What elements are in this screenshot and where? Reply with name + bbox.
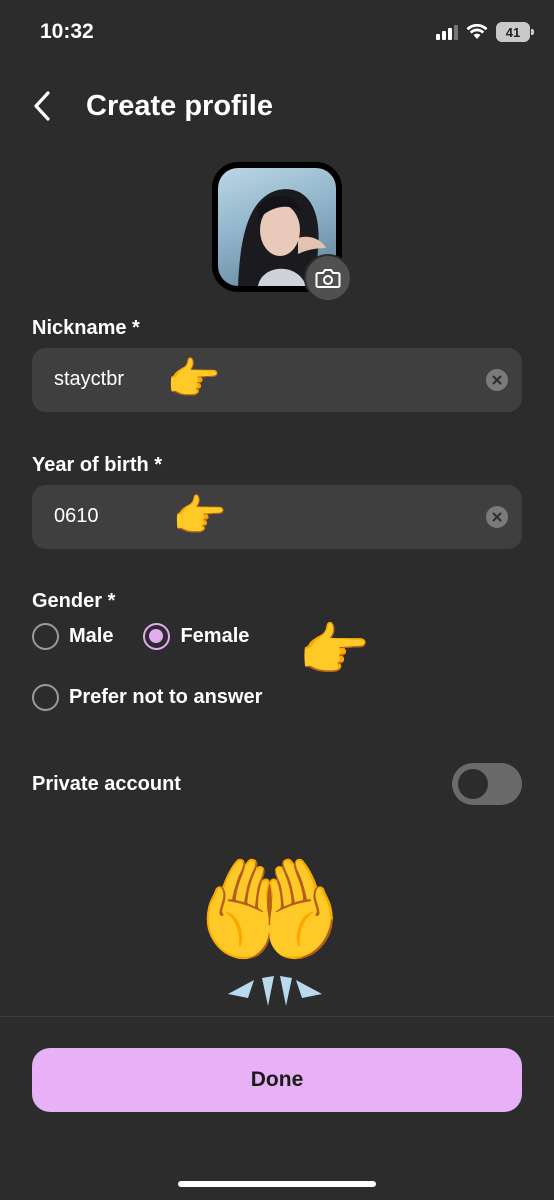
gender-option-prefer-not[interactable]: Prefer not to answer [32,684,262,711]
palms-up-emoji: 🤲 [196,845,343,977]
gender-label: Gender * [32,590,116,612]
radio-male[interactable] [32,623,59,650]
gender-option-female[interactable]: Female [143,623,249,650]
private-account-label: Private account [32,773,181,795]
status-icons: 41 [436,22,534,42]
gender-option-label: Female [180,625,250,647]
signal-icon [436,24,458,40]
footer-divider [0,1016,554,1017]
nickname-label: Nickname * [32,317,140,339]
status-bar: 10:32 41 [0,0,554,66]
nickname-input[interactable]: stayctbr [32,348,522,412]
gender-options-row: Male Female [32,623,279,650]
pointing-right-emoji: 👉 [166,355,221,404]
header: Create profile [0,84,554,130]
gender-option-label: Male [69,625,114,647]
gender-option-male[interactable]: Male [32,623,113,650]
nickname-clear-button[interactable] [486,369,508,391]
clear-icon [492,512,502,522]
radio-female[interactable] [143,623,171,650]
chevron-left-icon [34,91,50,121]
private-account-toggle[interactable] [452,763,522,805]
birth-year-clear-button[interactable] [486,506,508,528]
home-indicator [178,1181,376,1187]
done-button[interactable]: Done [32,1048,522,1112]
nickname-value: stayctbr [54,368,125,390]
pointing-right-emoji: 👉 [172,492,227,541]
pointing-right-emoji: 👉 [298,618,371,683]
change-photo-button[interactable] [304,254,352,302]
birth-year-input[interactable]: 0610 [32,485,522,549]
camera-icon [315,269,341,288]
battery-level: 41 [505,24,521,40]
clear-icon [492,375,502,385]
gender-options-row: Prefer not to answer [32,684,292,711]
sparkle-lines-icon [228,976,322,1006]
toggle-knob [458,769,488,799]
avatar-section [212,162,352,302]
radio-prefer-not[interactable] [32,684,59,711]
back-button[interactable] [26,90,58,122]
wifi-icon [466,24,488,39]
birth-year-label: Year of birth * [32,454,163,476]
gender-option-label: Prefer not to answer [69,686,263,708]
page-title: Create profile [86,90,273,122]
status-time: 10:32 [40,20,94,43]
battery-icon: 41 [496,22,534,42]
birth-year-value: 0610 [54,505,99,527]
